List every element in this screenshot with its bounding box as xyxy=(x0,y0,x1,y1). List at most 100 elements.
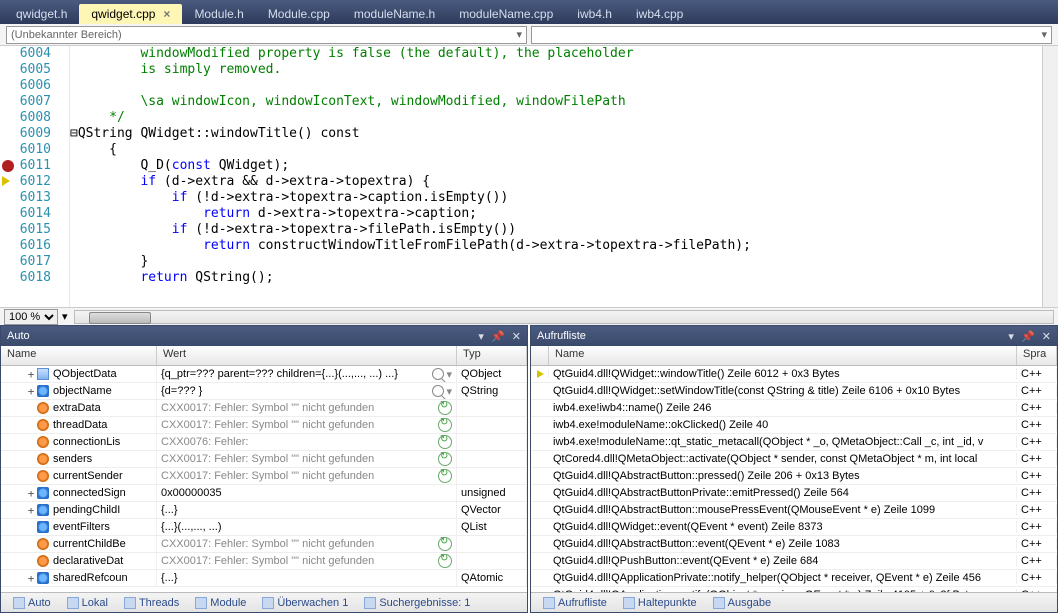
editor-tab[interactable]: iwb4.cpp× xyxy=(624,4,695,24)
editor-tab[interactable]: iwb4.h× xyxy=(565,4,624,24)
panel-tab[interactable]: Threads xyxy=(116,595,187,611)
tab-label: Module.cpp xyxy=(268,7,330,21)
stack-frame-row[interactable]: iwb4.exe!iwb4::name() Zeile 246C++ xyxy=(531,400,1057,417)
col-type[interactable]: Typ xyxy=(457,346,527,365)
refresh-icon[interactable] xyxy=(438,418,452,432)
var-name: pendingChildI xyxy=(53,504,120,516)
stack-frame-row[interactable]: QtGuid4.dll!QAbstractButton::event(QEven… xyxy=(531,536,1057,553)
col-name[interactable]: Name xyxy=(549,346,1017,365)
code-editor[interactable]: 6004600560066007600860096010601160126013… xyxy=(0,46,1058,307)
var-name: senders xyxy=(53,453,92,465)
editor-tab[interactable]: Module.cpp× xyxy=(256,4,342,24)
var-value: CXX0076: Fehler: xyxy=(161,436,438,448)
auto-bottom-tabs: AutoLokalThreadsModuleÜberwachen 1Sucher… xyxy=(1,592,527,612)
expand-icon[interactable]: + xyxy=(25,487,37,500)
col-lang[interactable]: Spra xyxy=(1017,346,1057,365)
variable-row[interactable]: senders CXX0017: Fehler: Symbol "" nicht … xyxy=(1,451,527,468)
auto-grid-body[interactable]: +QObjectData{q_ptr=??? parent=??? childr… xyxy=(1,366,527,592)
panel-tab[interactable]: Ausgabe xyxy=(705,595,779,611)
variable-row[interactable]: declarativeDatCXX0017: Fehler: Symbol ""… xyxy=(1,553,527,570)
editor-tab[interactable]: qwidget.h× xyxy=(4,4,79,24)
variable-row[interactable]: currentChildBeCXX0017: Fehler: Symbol ""… xyxy=(1,536,527,553)
close-icon[interactable]: ✕ xyxy=(512,331,521,343)
editor-tab[interactable]: Module.h× xyxy=(182,4,255,24)
stack-frame-row[interactable]: QtGuid4.dll!QAbstractButton::mousePressE… xyxy=(531,502,1057,519)
variable-row[interactable]: extraDataCXX0017: Fehler: Symbol "" nich… xyxy=(1,400,527,417)
variable-row[interactable]: +connectedSign0x00000035unsigned xyxy=(1,485,527,502)
var-name: QObjectData xyxy=(53,368,117,380)
stack-frame-row[interactable]: QtGuid4.dll!QAbstractButtonPrivate::emit… xyxy=(531,485,1057,502)
variable-row[interactable]: currentSenderCXX0017: Fehler: Symbol "" … xyxy=(1,468,527,485)
chevron-down-icon[interactable]: ▾ xyxy=(446,368,452,381)
variable-row[interactable]: eventFilters{...}(...,..., ...)QList xyxy=(1,519,527,536)
callstack-grid-body[interactable]: QtGuid4.dll!QWidget::windowTitle() Zeile… xyxy=(531,366,1057,592)
refresh-icon[interactable] xyxy=(438,537,452,551)
zoom-select[interactable]: 100 % xyxy=(4,309,58,325)
expand-icon[interactable]: + xyxy=(25,572,37,585)
dropdown-icon[interactable]: ▾ xyxy=(1008,331,1014,343)
tab-icon xyxy=(124,597,136,609)
stack-frame-row[interactable]: iwb4.exe!moduleName::qt_static_metacall(… xyxy=(531,434,1057,451)
frame-lang: C++ xyxy=(1021,470,1042,482)
expand-icon[interactable]: + xyxy=(25,385,37,398)
close-icon[interactable]: ✕ xyxy=(1042,331,1051,343)
tab-label: Aufrufliste xyxy=(558,597,607,609)
var-name: connectionLis xyxy=(53,436,120,448)
editor-tab[interactable]: moduleName.h× xyxy=(342,4,447,24)
editor-tab[interactable]: moduleName.cpp× xyxy=(447,4,565,24)
refresh-icon[interactable] xyxy=(438,469,452,483)
stack-frame-row[interactable]: QtGuid4.dll!QWidget::windowTitle() Zeile… xyxy=(531,366,1057,383)
variable-row[interactable]: +sharedRefcoun{...}QAtomic xyxy=(1,570,527,587)
panel-tab[interactable]: Lokal xyxy=(59,595,116,611)
code-area[interactable]: windowModified property is false (the de… xyxy=(70,46,1042,307)
refresh-icon[interactable] xyxy=(438,435,452,449)
panel-tab[interactable]: Haltepunkte xyxy=(615,595,705,611)
stack-frame-row[interactable]: QtGuid4.dll!QAbstractButton::pressed() Z… xyxy=(531,468,1057,485)
panel-tab[interactable]: Auto xyxy=(5,595,59,611)
col-marker[interactable] xyxy=(531,346,549,365)
variable-row[interactable]: threadDataCXX0017: Fehler: Symbol "" nic… xyxy=(1,417,527,434)
callstack-grid-header: Name Spra xyxy=(531,346,1057,366)
stack-frame-row[interactable]: QtGuid4.dll!QPushButton::event(QEvent * … xyxy=(531,553,1057,570)
stack-frame-row[interactable]: QtGuid4.dll!QWidget::event(QEvent * even… xyxy=(531,519,1057,536)
pin-icon[interactable]: 📌 xyxy=(491,331,505,343)
var-value: CXX0017: Fehler: Symbol "" nicht gefunde… xyxy=(161,453,438,465)
expand-icon[interactable]: + xyxy=(25,368,37,381)
scope-dropdown[interactable]: (Unbekannter Bereich) ▾ xyxy=(6,26,527,44)
dropdown-icon[interactable]: ▾ xyxy=(478,331,484,343)
frame-name: iwb4.exe!moduleName::qt_static_metacall(… xyxy=(553,436,983,448)
horizontal-scrollbar[interactable] xyxy=(74,310,1054,324)
callstack-panel-header: Aufrufliste ▾ 📌 ✕ xyxy=(531,326,1057,346)
chevron-down-icon[interactable]: ▾ xyxy=(446,385,452,398)
variable-row[interactable]: connectionLis CXX0076: Fehler: xyxy=(1,434,527,451)
member-dropdown[interactable]: ▾ xyxy=(531,26,1052,44)
callstack-panel: Aufrufliste ▾ 📌 ✕ Name Spra QtGuid4.dll!… xyxy=(530,325,1058,613)
panel-tab[interactable]: Suchergebnisse: 1 xyxy=(356,595,478,611)
refresh-icon[interactable] xyxy=(438,452,452,466)
variable-row[interactable]: +pendingChildI{...}QVector xyxy=(1,502,527,519)
stack-frame-row[interactable]: iwb4.exe!moduleName::okClicked() Zeile 4… xyxy=(531,417,1057,434)
panel-tab[interactable]: Module xyxy=(187,595,254,611)
refresh-icon[interactable] xyxy=(438,401,452,415)
col-value[interactable]: Wert xyxy=(157,346,457,365)
col-name[interactable]: Name xyxy=(1,346,157,365)
magnifier-icon[interactable] xyxy=(432,368,444,380)
frame-lang: C++ xyxy=(1021,555,1042,567)
stack-frame-row[interactable]: QtGuid4.dll!QApplicationPrivate::notify_… xyxy=(531,570,1057,587)
var-value: CXX0017: Fehler: Symbol "" nicht gefunde… xyxy=(161,402,438,414)
magnifier-icon[interactable] xyxy=(432,385,444,397)
panel-tab[interactable]: Überwachen 1 xyxy=(254,595,356,611)
expand-icon[interactable]: + xyxy=(25,504,37,517)
variable-row[interactable]: +objectName{d=??? }▾QString xyxy=(1,383,527,400)
pin-icon[interactable]: 📌 xyxy=(1021,331,1035,343)
stack-frame-row[interactable]: QtCored4.dll!QMetaObject::activate(QObje… xyxy=(531,451,1057,468)
refresh-icon[interactable] xyxy=(438,554,452,568)
stack-frame-row[interactable]: QtGuid4.dll!QWidget::setWindowTitle(cons… xyxy=(531,383,1057,400)
breakpoint-icon[interactable] xyxy=(2,160,14,172)
var-value: CXX0017: Fehler: Symbol "" nicht gefunde… xyxy=(161,470,438,482)
panel-tab[interactable]: Aufrufliste xyxy=(535,595,615,611)
editor-tab[interactable]: qwidget.cpp× xyxy=(79,4,182,24)
close-icon[interactable]: × xyxy=(163,7,170,21)
variable-row[interactable]: +QObjectData{q_ptr=??? parent=??? childr… xyxy=(1,366,527,383)
vertical-scrollbar[interactable] xyxy=(1042,46,1058,307)
